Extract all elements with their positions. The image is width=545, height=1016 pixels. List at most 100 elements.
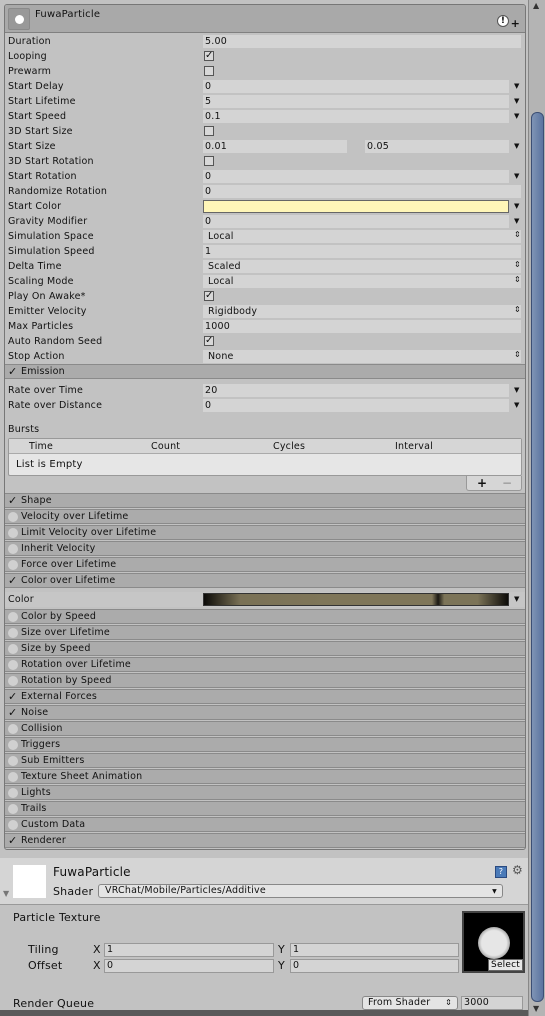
module-color-by-speed[interactable]: Color by Speed: [5, 609, 525, 624]
offset-y-input[interactable]: 0: [290, 959, 459, 973]
enum-dropdown[interactable]: Local: [203, 275, 521, 288]
dropdown-arrow-icon[interactable]: ▼: [514, 112, 520, 120]
checkmark-icon[interactable]: ✓: [8, 706, 17, 719]
gradient-field[interactable]: [203, 593, 509, 606]
module-texture-sheet-animation[interactable]: Texture Sheet Animation: [5, 769, 525, 784]
module-toggle[interactable]: [8, 528, 18, 538]
module-custom-data[interactable]: Custom Data: [5, 817, 525, 832]
dropdown-arrow-icon[interactable]: ▼: [514, 142, 520, 150]
module-toggle[interactable]: [8, 560, 18, 570]
module-emission[interactable]: ✓ Emission: [5, 364, 525, 379]
module-toggle[interactable]: [8, 660, 18, 670]
enum-dropdown[interactable]: Local: [203, 230, 521, 243]
dropdown-arrow-icon[interactable]: ▼: [514, 386, 520, 394]
value-field[interactable]: 1000: [203, 320, 521, 333]
remove-burst-button[interactable]: −: [502, 476, 512, 490]
tiling-y-input[interactable]: 1: [290, 943, 459, 957]
module-noise[interactable]: ✓ Noise: [5, 705, 525, 720]
module-inherit-velocity[interactable]: Inherit Velocity: [5, 541, 525, 556]
dropdown-arrow-icon[interactable]: ▼: [514, 401, 520, 409]
module-collision[interactable]: Collision: [5, 721, 525, 736]
scrollbar-thumb[interactable]: [531, 112, 544, 1002]
module-color-over-lifetime[interactable]: ✓ Color over Lifetime: [5, 573, 525, 588]
module-sub-emitters[interactable]: Sub Emitters: [5, 753, 525, 768]
checkmark-icon[interactable]: ✓: [8, 574, 17, 587]
module-rotation-over-lifetime[interactable]: Rotation over Lifetime: [5, 657, 525, 672]
value-field[interactable]: 5: [203, 95, 509, 108]
help-book-icon[interactable]: ?: [495, 866, 507, 878]
add-burst-button[interactable]: +: [477, 476, 487, 490]
checkbox[interactable]: ✓: [204, 336, 214, 346]
value-field[interactable]: 0: [203, 399, 509, 412]
value-field[interactable]: 1: [203, 245, 521, 258]
value-field[interactable]: 20: [203, 384, 509, 397]
module-toggle[interactable]: [8, 820, 18, 830]
checkbox[interactable]: [204, 156, 214, 166]
enum-dropdown[interactable]: Rigidbody: [203, 305, 521, 318]
value-field[interactable]: 0: [203, 80, 509, 93]
dropdown-arrow-icon[interactable]: ▼: [514, 97, 520, 105]
dropdown-arrow-icon[interactable]: ▼: [514, 202, 520, 210]
checkbox[interactable]: ✓: [204, 291, 214, 301]
checkmark-icon[interactable]: ✓: [8, 690, 17, 703]
dropdown-arrow-icon[interactable]: ▼: [514, 217, 520, 225]
module-toggle[interactable]: [8, 512, 18, 522]
module-lights[interactable]: Lights: [5, 785, 525, 800]
module-toggle[interactable]: [8, 544, 18, 554]
value-field[interactable]: 5.00: [203, 35, 521, 48]
checkbox[interactable]: [204, 126, 214, 136]
value-field[interactable]: 0: [203, 170, 509, 183]
module-toggle[interactable]: [8, 628, 18, 638]
min-value-field[interactable]: 0.01: [203, 140, 347, 153]
module-toggle[interactable]: [8, 772, 18, 782]
module-renderer[interactable]: ✓ Renderer: [5, 833, 525, 848]
dropdown-arrow-icon[interactable]: ▼: [514, 595, 520, 603]
select-texture-button[interactable]: Select: [488, 959, 523, 971]
module-toggle[interactable]: [8, 676, 18, 686]
module-toggle[interactable]: [8, 740, 18, 750]
value-field[interactable]: 0: [203, 215, 509, 228]
gear-icon[interactable]: ⚙: [512, 863, 523, 877]
checkmark-icon[interactable]: ✓: [8, 834, 17, 847]
module-shape[interactable]: ✓ Shape: [5, 493, 525, 508]
texture-slot[interactable]: Select: [462, 911, 525, 973]
dropdown-arrow-icon[interactable]: ▼: [514, 172, 520, 180]
checkbox[interactable]: [204, 66, 214, 76]
enum-dropdown[interactable]: None: [203, 350, 521, 363]
add-icon[interactable]: +: [511, 17, 520, 30]
checkmark-icon[interactable]: ✓: [8, 365, 17, 378]
max-value-field[interactable]: 0.05: [365, 140, 509, 153]
module-toggle[interactable]: [8, 612, 18, 622]
component-header[interactable]: FuwaParticle ! +: [5, 5, 525, 33]
module-trails[interactable]: Trails: [5, 801, 525, 816]
module-toggle[interactable]: [8, 644, 18, 654]
module-triggers[interactable]: Triggers: [5, 737, 525, 752]
vertical-scrollbar[interactable]: ▲ ▼: [528, 0, 545, 1016]
module-external-forces[interactable]: ✓ External Forces: [5, 689, 525, 704]
value-field[interactable]: 0: [203, 185, 521, 198]
checkbox[interactable]: ✓: [204, 51, 214, 61]
scroll-up-icon[interactable]: ▲: [533, 1, 539, 10]
module-size-over-lifetime[interactable]: Size over Lifetime: [5, 625, 525, 640]
enum-dropdown[interactable]: Scaled: [203, 260, 521, 273]
module-limit-velocity-over-lifetime[interactable]: Limit Velocity over Lifetime: [5, 525, 525, 540]
module-toggle[interactable]: [8, 756, 18, 766]
value-field[interactable]: 0.1: [203, 110, 509, 123]
render-queue-mode-dropdown[interactable]: From Shader ⇕: [362, 996, 458, 1010]
module-toggle[interactable]: [8, 788, 18, 798]
render-queue-input[interactable]: 3000: [461, 996, 523, 1010]
module-toggle[interactable]: [8, 804, 18, 814]
module-force-over-lifetime[interactable]: Force over Lifetime: [5, 557, 525, 572]
module-rotation-by-speed[interactable]: Rotation by Speed: [5, 673, 525, 688]
checkmark-icon[interactable]: ✓: [8, 494, 17, 507]
shader-dropdown[interactable]: VRChat/Mobile/Particles/Additive ▼: [98, 884, 503, 898]
scroll-down-icon[interactable]: ▼: [533, 1004, 539, 1013]
module-size-by-speed[interactable]: Size by Speed: [5, 641, 525, 656]
offset-x-input[interactable]: 0: [104, 959, 274, 973]
foldout-arrow-icon[interactable]: ▼: [3, 889, 9, 898]
module-toggle[interactable]: [8, 724, 18, 734]
color-field[interactable]: [203, 200, 509, 213]
dropdown-arrow-icon[interactable]: ▼: [514, 82, 520, 90]
tiling-x-input[interactable]: 1: [104, 943, 274, 957]
module-velocity-over-lifetime[interactable]: Velocity over Lifetime: [5, 509, 525, 524]
